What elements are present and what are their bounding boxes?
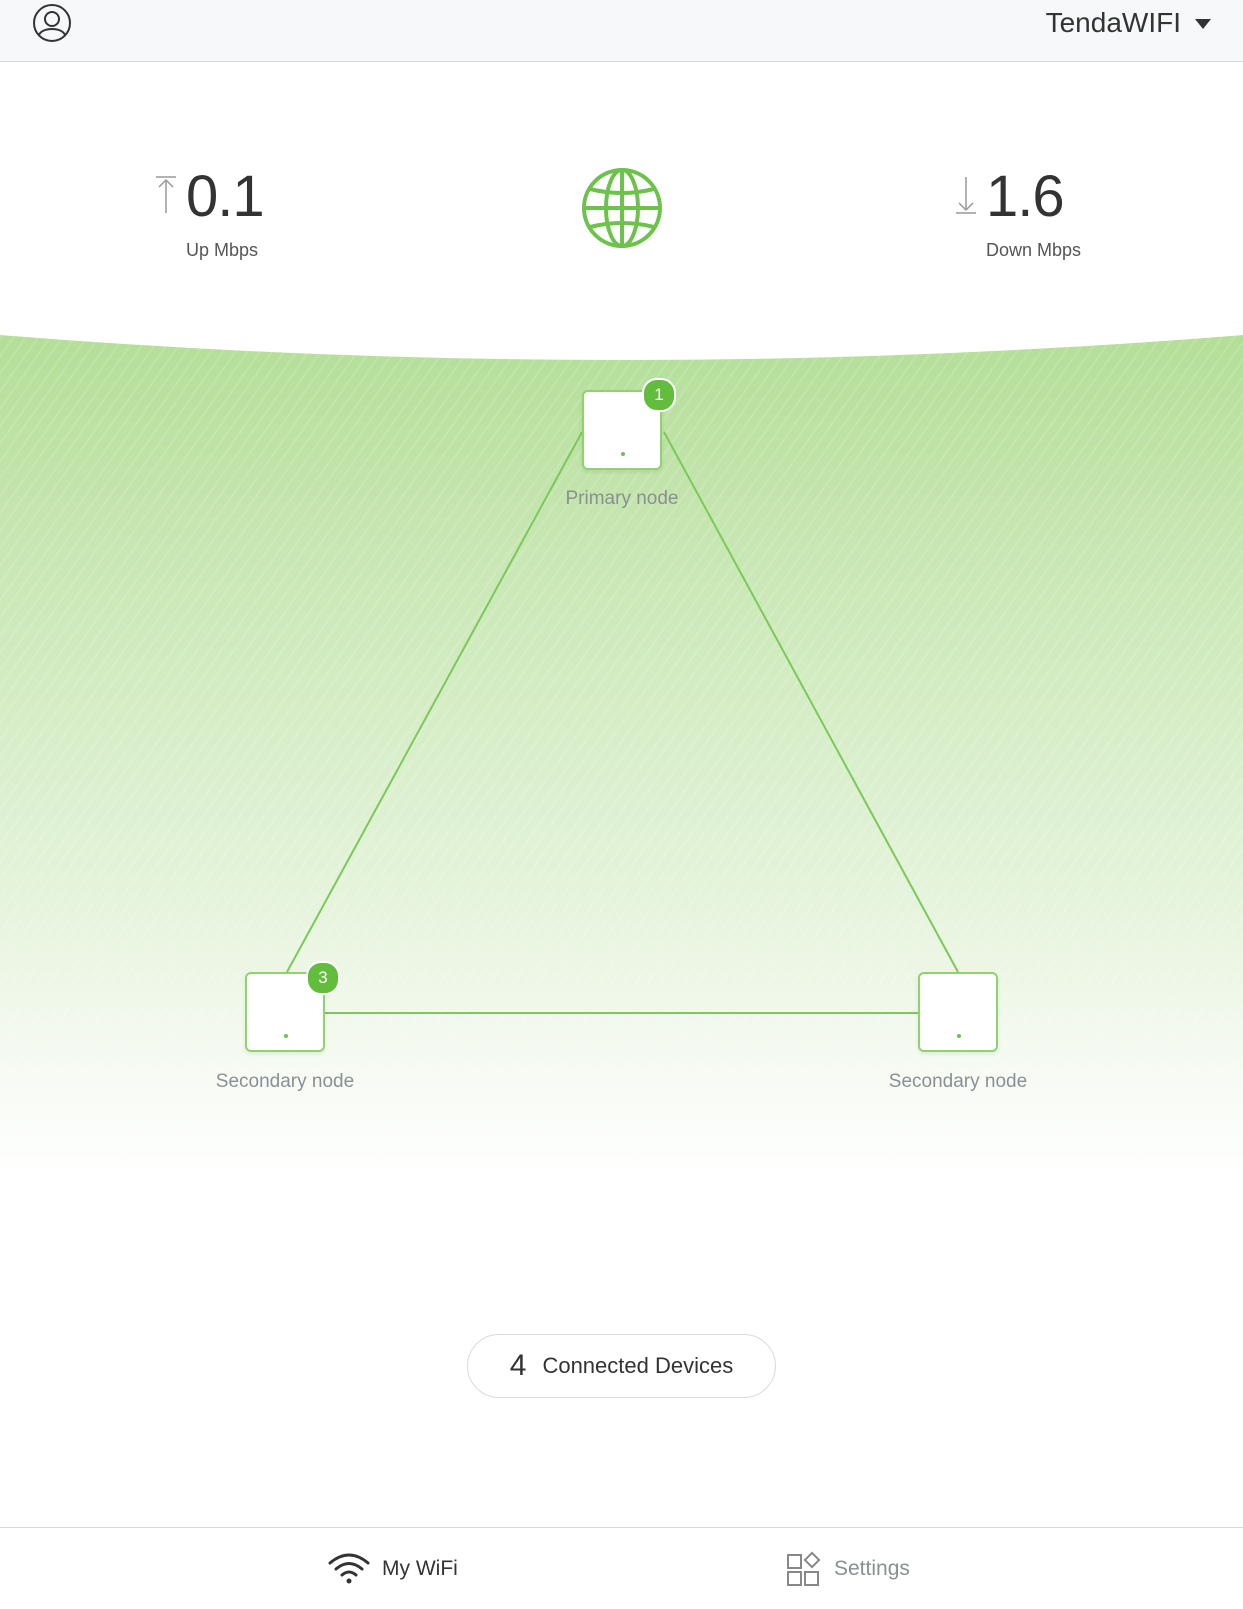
globe-icon — [582, 168, 662, 248]
download-speed: 1.6 Down Mbps — [955, 168, 1081, 261]
bottom-tab-bar: My WiFi Settings — [0, 1527, 1243, 1609]
arrow-down-icon — [956, 177, 976, 214]
arrow-up-icon — [156, 176, 176, 213]
top-bar: TendaWIFI — [0, 0, 1243, 62]
devices-label: Connected Devices — [542, 1353, 734, 1378]
wifi-icon — [328, 1553, 370, 1583]
connected-devices-button[interactable]: 4 Connected Devices — [467, 1334, 776, 1398]
upload-speed: 0.1 Up Mbps — [155, 164, 265, 261]
status-led — [957, 1034, 961, 1038]
settings-grid-icon — [787, 1551, 821, 1586]
status-led — [284, 1034, 288, 1038]
tab-settings-label: Settings — [834, 1556, 910, 1580]
download-unit: Down Mbps — [986, 240, 1082, 260]
secondary-node-left-label: Secondary node — [215, 1071, 355, 1092]
secondary-node-right[interactable] — [918, 972, 998, 1052]
primary-node-label: Primary node — [565, 488, 679, 509]
secondary-node-left-badge: 3 — [306, 961, 340, 995]
secondary-node-right-label: Secondary node — [888, 1071, 1028, 1092]
network-selector[interactable]: TendaWIFI — [1046, 4, 1211, 42]
download-value: 1.6 — [986, 164, 1065, 229]
upload-unit: Up Mbps — [186, 240, 259, 260]
devices-count: 4 — [509, 1349, 527, 1382]
tab-settings[interactable]: Settings — [786, 1528, 910, 1609]
upload-value: 0.1 — [186, 164, 265, 229]
status-led — [621, 452, 625, 456]
user-circle-icon[interactable] — [32, 3, 72, 43]
tab-my-wifi[interactable]: My WiFi — [328, 1528, 458, 1609]
primary-node-badge: 1 — [642, 378, 676, 412]
tab-my-wifi-label: My WiFi — [382, 1556, 458, 1580]
caret-down-icon — [1195, 19, 1211, 29]
network-name: TendaWIFI — [1045, 7, 1181, 38]
